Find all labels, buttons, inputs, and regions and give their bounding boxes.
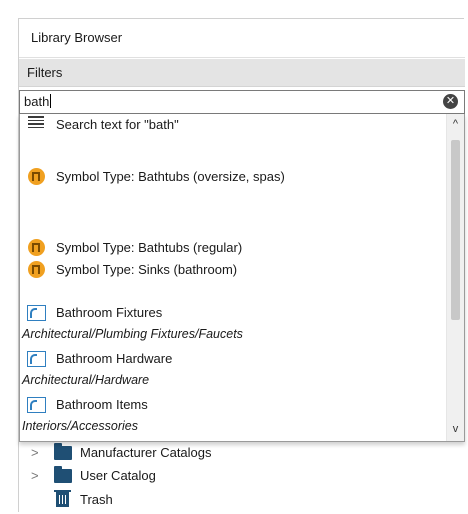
tree-item-label: User Catalog — [80, 468, 156, 483]
search-text-icon — [28, 116, 44, 130]
suggestion-symbol-sinks-bathroom[interactable]: Symbol Type: Sinks (bathroom) — [20, 259, 447, 283]
suggestion-path: Architectural/Hardware — [22, 373, 150, 387]
library-folder-icon — [27, 397, 46, 413]
scroll-down-arrow-icon[interactable]: v — [447, 423, 464, 435]
suggestion-folder-bathroom-fixtures[interactable]: Bathroom Fixtures Architectural/Plumbing… — [20, 304, 447, 346]
clear-search-button[interactable]: ✕ — [443, 94, 458, 109]
library-folder-icon — [27, 351, 46, 367]
suggestion-symbol-bathtubs-oversize[interactable]: Symbol Type: Bathtubs (oversize, spas) — [20, 166, 447, 190]
dropdown-scrollbar[interactable]: ^ v — [446, 114, 464, 441]
chevron-right-icon[interactable]: > — [31, 445, 39, 460]
tree-item-user-catalog[interactable]: > User Catalog — [19, 465, 465, 487]
tree-item-manufacturer-catalogs[interactable]: > Manufacturer Catalogs — [19, 442, 465, 464]
search-suggestions-dropdown: Search text for "bath" Symbol Type: Bath… — [19, 114, 465, 442]
tree-item-trash[interactable]: Trash — [19, 489, 465, 511]
suggestion-label: Search text for "bath" — [56, 117, 179, 132]
symbol-type-icon — [28, 261, 45, 278]
title-bar: Library Browser — [19, 19, 465, 58]
text-caret — [50, 94, 52, 108]
suggestion-search-text[interactable]: Search text for "bath" — [20, 116, 447, 138]
suggestion-label: Bathroom Fixtures — [56, 305, 163, 320]
suggestion-label: Symbol Type: Sinks (bathroom) — [56, 262, 238, 277]
folder-icon — [54, 443, 72, 460]
chevron-right-icon[interactable]: > — [31, 468, 39, 483]
filters-header[interactable]: Filters — [19, 59, 465, 87]
suggestion-path: Interiors/Accessories — [22, 419, 139, 433]
trash-icon — [54, 490, 71, 507]
suggestion-path: Architectural/Plumbing Fixtures/Faucets — [22, 327, 243, 341]
search-input[interactable]: bath ✕ — [19, 90, 465, 114]
suggestion-label: Symbol Type: Bathtubs (regular) — [56, 240, 243, 255]
suggestion-label: Bathroom Items — [56, 397, 148, 412]
search-value: bath — [24, 94, 52, 109]
symbol-type-icon — [28, 239, 45, 256]
library-folder-icon — [27, 305, 46, 321]
clear-icon: ✕ — [445, 95, 456, 107]
suggestion-folder-bathroom-items[interactable]: Bathroom Items Interiors/Accessories — [20, 396, 447, 438]
window-title: Library Browser — [31, 30, 123, 45]
tree-item-label: Manufacturer Catalogs — [80, 445, 212, 460]
folder-icon — [54, 466, 72, 483]
suggestion-label: Bathroom Hardware — [56, 351, 173, 366]
suggestion-folder-bathroom-hardware[interactable]: Bathroom Hardware Architectural/Hardware — [20, 350, 447, 392]
symbol-type-icon — [28, 168, 45, 185]
suggestion-label: Symbol Type: Bathtubs (oversize, spas) — [56, 169, 285, 184]
tree-item-label: Trash — [80, 492, 113, 507]
scroll-up-arrow-icon[interactable]: ^ — [447, 118, 464, 130]
filters-label: Filters — [27, 65, 63, 80]
suggestion-symbol-bathtubs-regular[interactable]: Symbol Type: Bathtubs (regular) — [20, 237, 447, 261]
scrollbar-thumb[interactable] — [451, 140, 460, 320]
